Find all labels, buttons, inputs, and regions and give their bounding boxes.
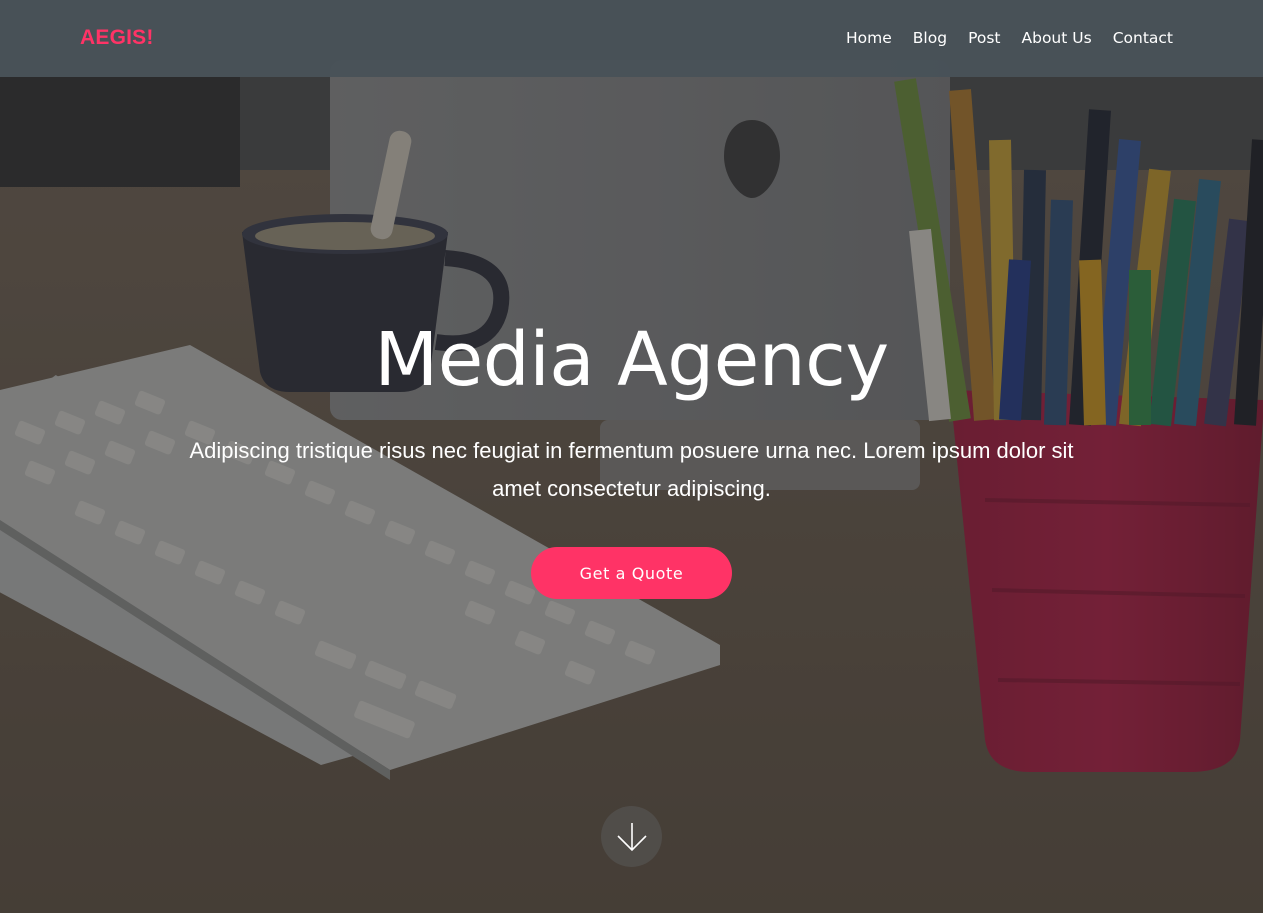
hero-subtitle: Adipiscing tristique risus nec feugiat i… [189, 438, 1074, 501]
top-navbar: AEGIS! Home Blog Post About Us Contact [0, 0, 1263, 77]
nav-link-home[interactable]: Home [846, 29, 892, 47]
scroll-down-button[interactable] [601, 806, 662, 867]
main-nav: Home Blog Post About Us Contact [846, 29, 1173, 47]
nav-link-contact[interactable]: Contact [1113, 29, 1173, 47]
nav-link-about-us[interactable]: About Us [1022, 29, 1092, 47]
page: AEGIS! Home Blog Post About Us Contact M… [0, 0, 1263, 913]
get-a-quote-button[interactable]: Get a Quote [531, 547, 732, 599]
site-logo[interactable]: AEGIS! [80, 26, 154, 50]
arrow-down-icon [616, 822, 647, 851]
nav-link-post[interactable]: Post [968, 29, 1000, 47]
hero-title: Media Agency [374, 317, 889, 403]
nav-link-blog[interactable]: Blog [913, 29, 947, 47]
